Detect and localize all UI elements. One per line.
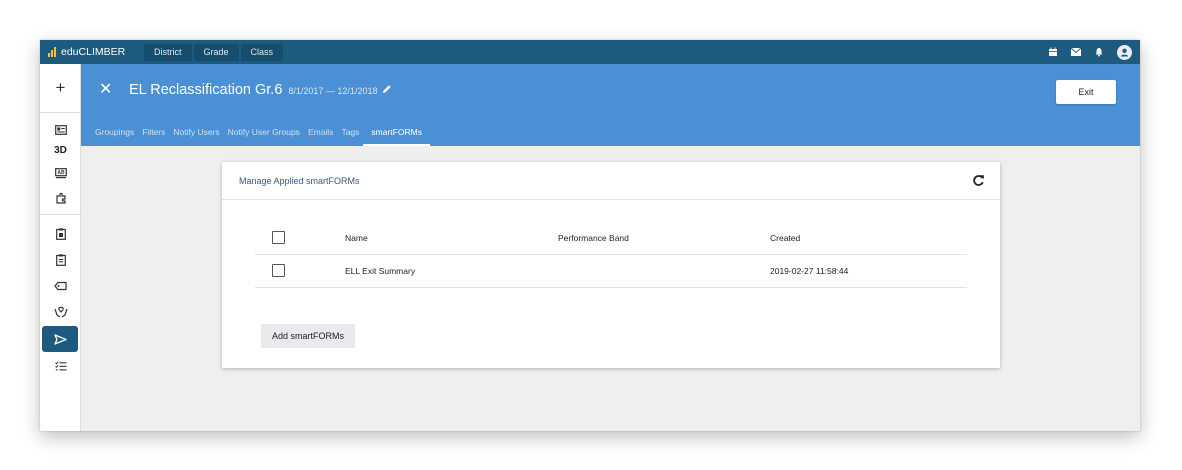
row-name: ELL Exit Summary (345, 266, 416, 276)
checklist-icon[interactable] (40, 354, 81, 378)
tab-smartforms[interactable]: smartFORMs (363, 124, 430, 146)
ab-icon[interactable]: AB (40, 161, 81, 185)
user-avatar-icon[interactable] (1117, 44, 1132, 60)
exit-button[interactable]: Exit (1056, 80, 1116, 104)
sidebar-divider (40, 112, 81, 113)
smartforms-card: Manage Applied smartFORMs Name Performan… (222, 162, 1000, 368)
page-header: ✕ EL Reclassification Gr.6 8/1/2017 — 12… (81, 64, 1140, 146)
row-created: 2019-02-27 11:58:44 (770, 266, 849, 276)
puzzle-icon[interactable] (40, 186, 81, 210)
svg-text:AB: AB (57, 170, 65, 176)
send-icon[interactable] (42, 326, 78, 352)
calendar-clipboard-icon[interactable] (40, 222, 81, 246)
column-header-name[interactable]: Name (345, 233, 368, 243)
app-window: eduCLIMBER District Grade Class + 3D AB … (40, 40, 1140, 431)
table-header-row: Name Performance Band Created (255, 222, 967, 255)
title-text: EL Reclassification Gr.6 (129, 82, 283, 98)
sidebar-add-button[interactable]: + (40, 76, 81, 100)
sidebar-item-3d[interactable]: 3D (40, 138, 81, 162)
column-header-created[interactable]: Created (770, 233, 800, 243)
sidebar-divider (40, 214, 81, 215)
app-name: eduCLIMBER (61, 46, 126, 58)
close-button[interactable]: ✕ (99, 82, 112, 98)
mail-icon[interactable] (1071, 47, 1081, 57)
date-range: 8/1/2017 — 12/1/2018 (288, 86, 378, 96)
top-nav: District Grade Class (144, 40, 284, 64)
nav-class-button[interactable]: Class (240, 43, 284, 61)
smartforms-table: Name Performance Band Created ELL Exit S… (255, 222, 967, 288)
hands-heart-icon[interactable] (40, 300, 81, 324)
card-header: Manage Applied smartFORMs (222, 162, 1000, 200)
bell-icon[interactable] (1094, 47, 1104, 57)
tab-notify-users[interactable]: Notify Users (169, 124, 223, 146)
card-title: Manage Applied smartFORMs (239, 175, 360, 186)
column-header-performance-band[interactable]: Performance Band (558, 233, 629, 243)
nav-grade-button[interactable]: Grade (193, 43, 239, 61)
tab-filters[interactable]: Filters (138, 124, 169, 146)
tab-emails[interactable]: Emails (304, 124, 338, 146)
clipboard-icon[interactable] (40, 248, 81, 272)
top-bar: eduCLIMBER District Grade Class (40, 40, 1140, 64)
row-checkbox[interactable] (272, 264, 285, 277)
add-smartforms-button[interactable]: Add smartFORMs (261, 324, 356, 348)
calendar-icon[interactable] (1048, 47, 1058, 57)
table-row[interactable]: ELL Exit Summary 2019-02-27 11:58:44 (255, 255, 967, 288)
tab-notify-user-groups[interactable]: Notify User Groups (224, 124, 304, 146)
top-icons (1048, 40, 1132, 64)
tag-icon[interactable] (40, 274, 81, 298)
app-logo[interactable]: eduCLIMBER (40, 40, 144, 64)
tab-bar: Groupings Filters Notify Users Notify Us… (91, 124, 430, 146)
select-all-checkbox[interactable] (272, 231, 285, 244)
refresh-icon[interactable] (972, 174, 985, 187)
page-title: EL Reclassification Gr.6 8/1/2017 — 12/1… (129, 82, 392, 98)
tab-tags[interactable]: Tags (337, 124, 363, 146)
nav-district-button[interactable]: District (144, 43, 192, 61)
tab-groupings[interactable]: Groupings (91, 124, 138, 146)
sidebar: + 3D AB (40, 64, 81, 431)
logo-bars-icon (48, 47, 56, 57)
pencil-icon[interactable] (382, 82, 392, 98)
